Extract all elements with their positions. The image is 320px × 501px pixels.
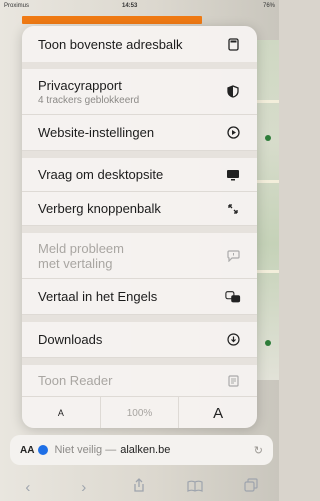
menu-item-label: Website-instellingen <box>38 125 155 140</box>
zoom-controls: A 100% A <box>22 396 257 428</box>
menu-item-sublabel: 4 trackers geblokkeerd <box>38 94 140 106</box>
menu-item-label: Toon Reader <box>38 373 113 388</box>
tabs-icon[interactable] <box>236 478 266 496</box>
menu-item-hide-toolbar[interactable]: Verberg knoppenbalk <box>22 192 257 226</box>
not-secure-label: Niet veilig — <box>54 444 117 456</box>
map-pin <box>265 340 271 346</box>
map-road <box>257 100 279 103</box>
menu-separator <box>22 358 257 365</box>
page-menu-button[interactable]: AA <box>20 445 34 456</box>
download-circle-icon <box>225 332 241 348</box>
menu-item-label-line2: met vertaling <box>38 255 113 271</box>
menu-separator <box>22 62 257 69</box>
menu-item-label: Downloads <box>38 332 103 347</box>
reader-icon <box>225 373 241 389</box>
menu-item-request-desktop-site[interactable]: Vraag om desktopsite <box>22 158 257 192</box>
translate-icon <box>225 289 241 305</box>
map-road <box>257 180 279 183</box>
menu-item-report-translation-issue[interactable]: Meld probleem met vertaling <box>22 233 257 279</box>
map-pin <box>265 135 271 141</box>
shield-half-icon <box>225 84 241 100</box>
map-road <box>257 270 279 273</box>
forward-icon[interactable]: › <box>69 479 99 496</box>
menu-item-privacy-report[interactable]: Privacyrapport 4 trackers geblokkeerd <box>22 69 257 115</box>
map-preview <box>257 40 279 380</box>
menu-item-label: Vraag om desktopsite <box>38 167 164 182</box>
menu-item-label: Toon bovenste adresbalk <box>38 36 183 52</box>
menu-item-downloads[interactable]: Downloads <box>22 322 257 358</box>
clock: 14:53 <box>122 3 138 9</box>
share-icon[interactable] <box>124 478 154 496</box>
bottom-toolbar: ‹ › <box>0 473 279 501</box>
menu-item-website-settings[interactable]: Website-instellingen <box>22 115 257 151</box>
menu-separator <box>22 151 257 158</box>
speech-bubble-icon <box>225 248 241 264</box>
menu-separator <box>22 315 257 322</box>
domain-label: alalken.be <box>120 444 171 456</box>
gear-circle-icon <box>225 125 241 141</box>
zoom-level[interactable]: 100% <box>101 397 180 428</box>
address-bar[interactable]: AA Niet veilig — alalken.be ↻ <box>10 435 273 465</box>
menu-item-show-reader[interactable]: Toon Reader <box>22 365 257 396</box>
zoom-out-button[interactable]: A <box>22 397 101 428</box>
reload-icon[interactable]: ↻ <box>254 444 263 457</box>
back-icon[interactable]: ‹ <box>13 479 43 496</box>
menu-item-label: Meld probleem <box>38 240 124 256</box>
menu-item-label: Vertaal in het Engels <box>38 289 158 304</box>
address-bar-icon <box>225 36 241 52</box>
privacy-shield-icon <box>38 445 49 455</box>
menu-item-label: Privacyrapport <box>38 77 122 93</box>
menu-item-translate-english[interactable]: Vertaal in het Engels <box>22 279 257 315</box>
diagonal-arrows-icon <box>225 201 241 217</box>
page-options-menu: Toon bovenste adresbalk Privacyrapport 4… <box>22 26 257 428</box>
monitor-icon <box>225 167 241 183</box>
zoom-in-button[interactable]: A <box>179 397 257 428</box>
status-bar: Proximus 14:53 76% <box>0 0 279 14</box>
menu-item-show-top-address-bar[interactable]: Toon bovenste adresbalk <box>22 26 257 62</box>
page-header-bar <box>22 16 202 24</box>
bookmarks-icon[interactable] <box>180 479 210 496</box>
carrier-label: Proximus <box>4 3 30 9</box>
menu-separator <box>22 226 257 233</box>
battery-level: 76% <box>262 3 275 9</box>
menu-item-label: Verberg knoppenbalk <box>38 201 161 216</box>
